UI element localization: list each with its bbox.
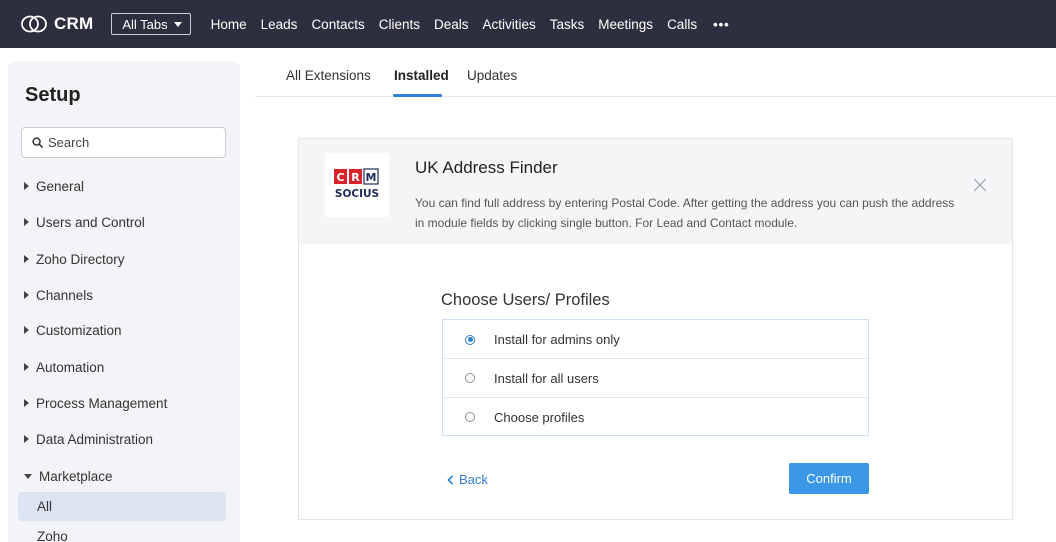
nav-activities[interactable]: Activities [483,17,536,32]
sidebar-title: Setup [25,84,81,106]
nav-deals[interactable]: Deals [434,17,469,32]
tab-installed[interactable]: Installed [394,68,449,83]
choose-users-heading: Choose Users/ Profiles [441,291,610,309]
logo-socius-text: SOCIUS [335,188,379,200]
sidebar-item-automation[interactable]: Automation [24,357,104,377]
tab-all-extensions[interactable]: All Extensions [286,68,371,83]
extension-tabs: All Extensions Installed Updates [255,48,1056,97]
sidebar-subitem-zoho[interactable]: Zoho [18,522,226,542]
sidebar-item-process-management[interactable]: Process Management [24,393,167,413]
radio-button[interactable] [465,373,475,383]
nav-tasks[interactable]: Tasks [550,17,585,32]
extension-logo: C R M SOCIUS [325,153,389,217]
option-label: Install for admins only [494,332,620,347]
expand-arrow-icon [24,182,29,190]
confirm-button[interactable]: Confirm [789,463,869,494]
nav-leads[interactable]: Leads [261,17,298,32]
sidebar-item-marketplace[interactable]: Marketplace [24,466,113,486]
logo-letter-m: M [366,171,377,184]
crm-logo[interactable]: CRM [20,0,93,48]
expand-arrow-icon [24,326,29,334]
all-tabs-label: All Tabs [122,16,168,32]
search-box[interactable] [21,127,226,158]
crm-logo-icon [20,15,48,33]
sidebar-item-label: Zoho Directory [36,251,125,267]
tab-updates[interactable]: Updates [467,68,517,83]
top-navigation-bar: CRM All Tabs Home Leads Contacts Clients… [0,0,1056,48]
nav-contacts[interactable]: Contacts [311,17,364,32]
all-tabs-dropdown[interactable]: All Tabs [111,13,191,35]
more-tabs-icon[interactable]: ••• [713,17,730,32]
expand-arrow-icon [24,255,29,263]
expand-arrow-icon [24,218,29,226]
option-all-users[interactable]: Install for all users [443,358,868,397]
nav-meetings[interactable]: Meetings [598,17,653,32]
sidebar-subitem-all[interactable]: All [18,492,226,521]
close-icon[interactable] [972,177,988,193]
back-label: Back [459,472,488,487]
expand-arrow-icon [24,291,29,299]
logo-letter-r: R [351,171,360,184]
sidebar-item-zoho-directory[interactable]: Zoho Directory [24,249,125,269]
active-tab-indicator [393,94,442,97]
crm-logo-text: CRM [54,14,94,33]
extension-description: You can find full address by entering Po… [415,196,955,230]
sidebar-item-label: Automation [36,359,105,375]
setup-sidebar: Setup General Users and Control Zoho Dir… [8,61,240,542]
expand-arrow-icon [24,399,29,407]
logo-letter-c: C [336,171,344,184]
search-input[interactable] [48,135,218,150]
sidebar-item-label: Channels [36,287,94,303]
nav-clients[interactable]: Clients [379,17,420,32]
caret-down-icon [173,21,182,27]
expand-arrow-icon [24,435,29,443]
search-icon [32,137,43,148]
extension-header: C R M SOCIUS UK Address Finder You can f… [299,139,1012,244]
radio-button-checked[interactable] [465,334,475,345]
sidebar-item-label: Process Management [36,395,168,411]
sidebar-subitem-label: All [37,499,53,514]
sidebar-item-label: Customization [36,322,122,338]
extension-title: UK Address Finder [415,158,558,177]
sidebar-item-label: Users and Control [36,214,145,230]
install-options-list: Install for admins only Install for all … [442,319,869,436]
radio-button[interactable] [465,412,475,422]
collapse-arrow-icon [24,473,32,479]
main-nav: Home Leads Contacts Clients Deals Activi… [211,0,730,48]
chevron-left-icon [447,474,454,485]
sidebar-item-label: Data Administration [36,431,154,447]
nav-calls[interactable]: Calls [667,17,697,32]
option-label: Choose profiles [494,409,585,425]
sidebar-subitem-label: Zoho [37,529,68,542]
sidebar-item-data-administration[interactable]: Data Administration [24,429,153,449]
back-button[interactable]: Back [447,472,488,487]
crm-socius-logo-icon: C R M SOCIUS [334,168,379,200]
sidebar-item-customization[interactable]: Customization [24,320,122,340]
sidebar-item-users-and-control[interactable]: Users and Control [24,212,145,232]
sidebar-item-channels[interactable]: Channels [24,285,93,305]
nav-home[interactable]: Home [211,17,247,32]
option-admins-only[interactable]: Install for admins only [443,320,868,359]
option-choose-profiles[interactable]: Choose profiles [443,397,868,436]
sidebar-item-label: Marketplace [39,468,113,484]
expand-arrow-icon [24,363,29,371]
sidebar-item-label: General [36,178,85,194]
sidebar-item-general[interactable]: General [24,176,84,196]
option-label: Install for all users [494,370,599,386]
